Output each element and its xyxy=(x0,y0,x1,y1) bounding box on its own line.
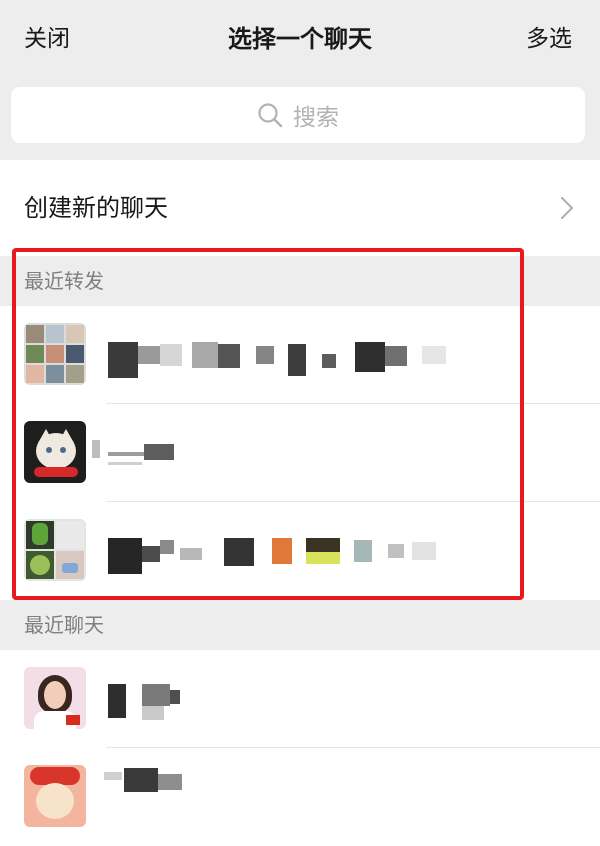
cat-avatar xyxy=(24,421,86,483)
nav-bar: 关闭 选择一个聊天 多选 xyxy=(0,0,600,80)
search-input[interactable]: 搜索 xyxy=(11,87,585,143)
page-title-container: 选择一个聊天 xyxy=(0,22,600,56)
recent-chats-title: 最近聊天 xyxy=(24,613,104,637)
search-icon xyxy=(258,103,283,128)
close-button[interactable]: 关闭 xyxy=(24,22,70,56)
create-new-chat-item[interactable]: 创建新的聊天 xyxy=(0,160,600,256)
page-title: 选择一个聊天 xyxy=(228,25,372,53)
recent-forward-item[interactable] xyxy=(0,306,600,404)
recent-forward-title: 最近转发 xyxy=(24,269,104,293)
recent-forward-item[interactable] xyxy=(0,404,600,502)
recent-forward-item[interactable] xyxy=(0,502,600,600)
person-avatar xyxy=(24,667,86,729)
frog-group-avatar xyxy=(24,519,86,581)
chevron-right-icon xyxy=(560,196,574,220)
create-new-chat-label: 创建新的聊天 xyxy=(24,194,168,222)
group-grid-avatar xyxy=(24,323,86,385)
recent-chat-item[interactable] xyxy=(0,650,600,748)
recent-forward-header: 最近转发 xyxy=(0,256,600,306)
search-placeholder: 搜索 xyxy=(293,105,339,131)
multi-select-button[interactable]: 多选 xyxy=(526,22,572,56)
recent-chat-item[interactable] xyxy=(0,748,600,846)
recent-chats-header: 最近聊天 xyxy=(0,600,600,650)
cartoon-avatar xyxy=(24,765,86,827)
